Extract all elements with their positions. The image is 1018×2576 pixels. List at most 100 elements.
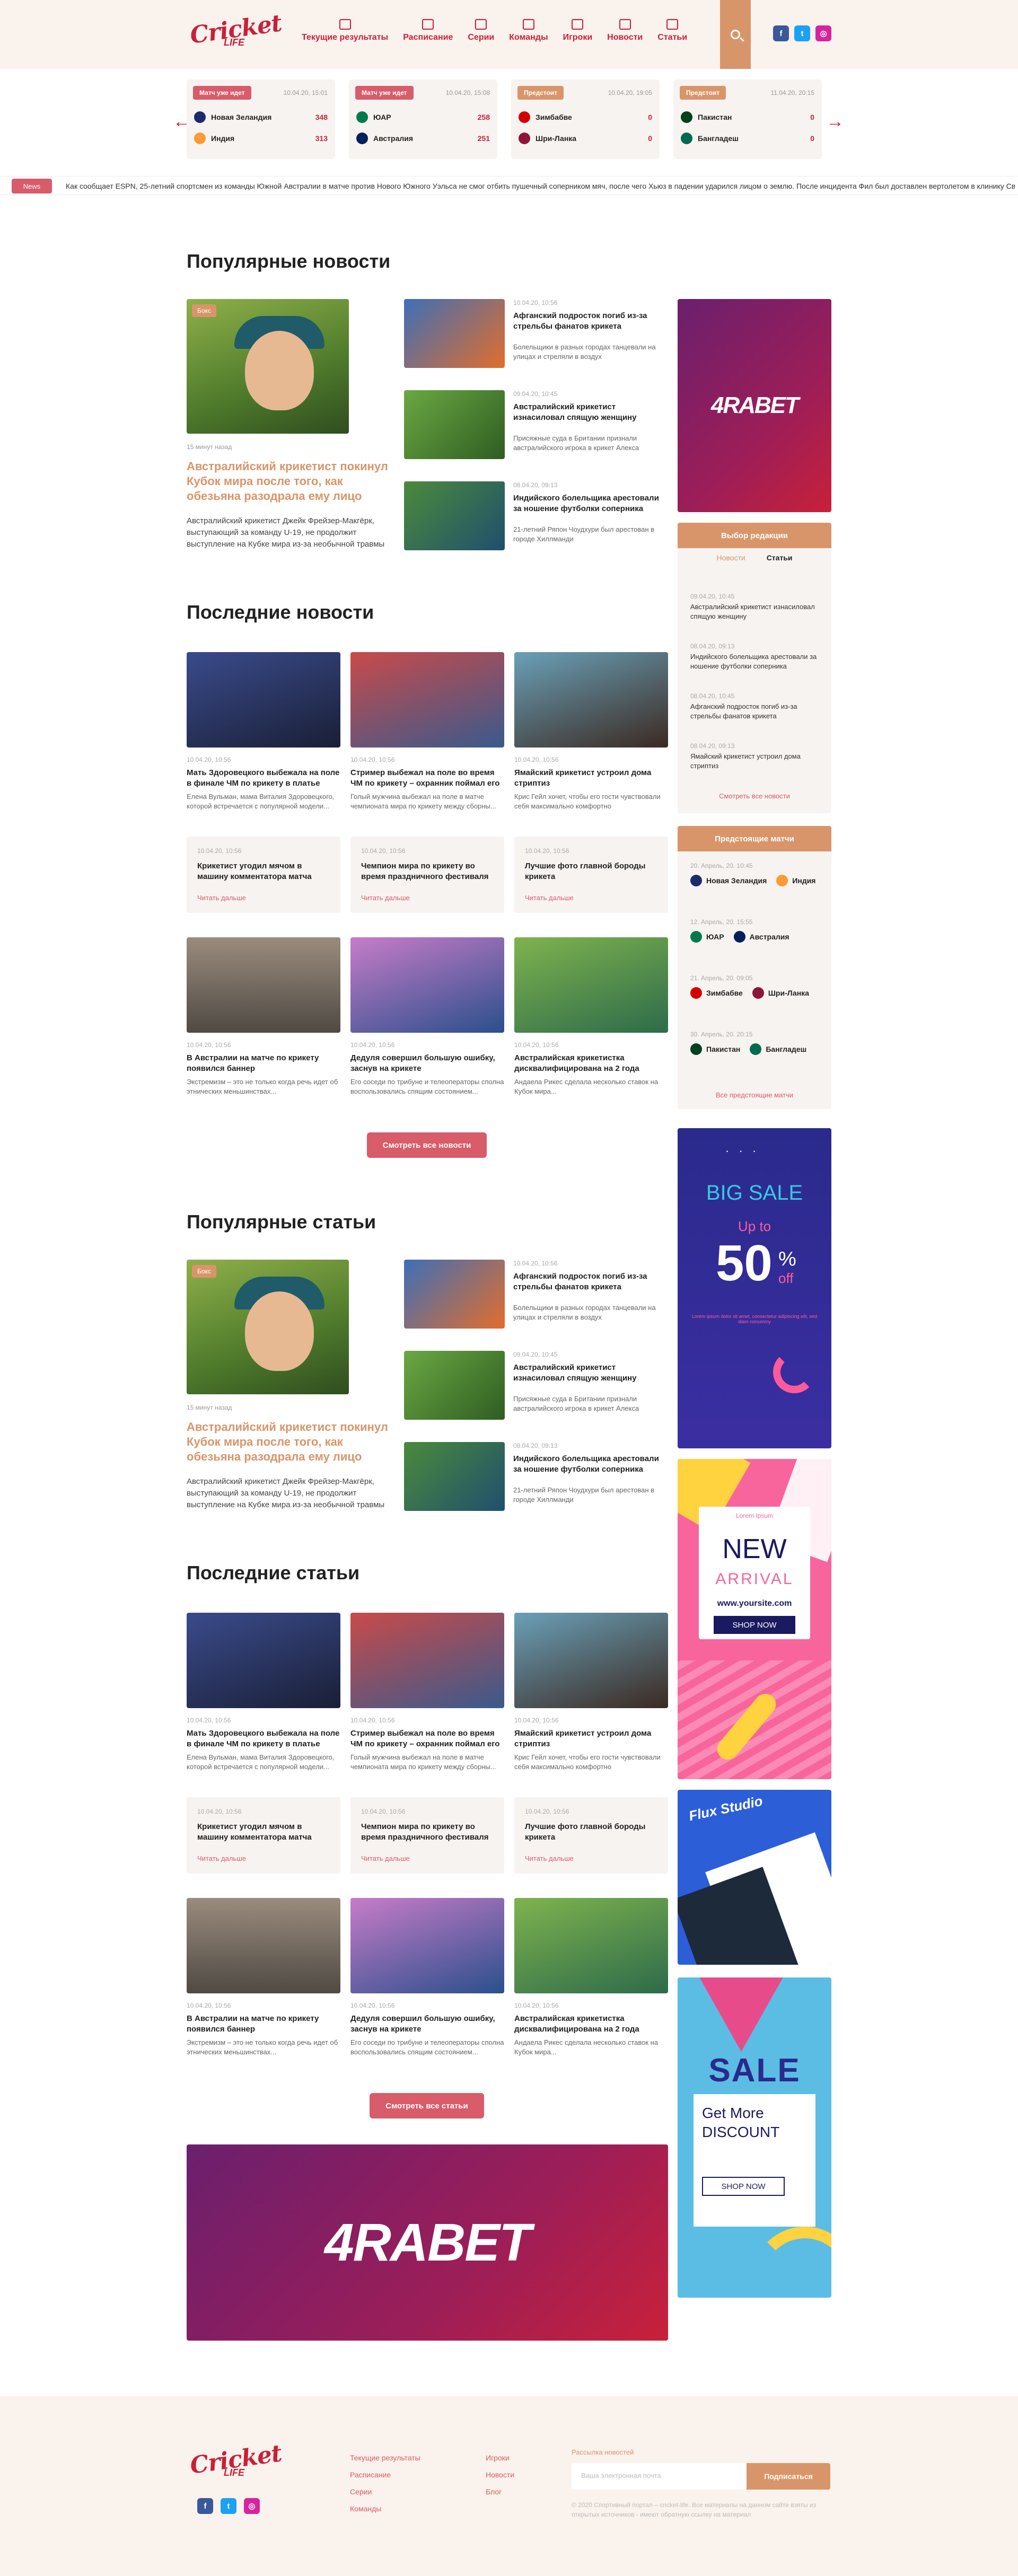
news-title[interactable]: Индийского болельщика арестовали за ноше… (513, 1454, 667, 1475)
all-news-button[interactable]: Смотреть все новости (367, 1132, 487, 1158)
news-thumb[interactable] (404, 1260, 505, 1329)
upcoming-match[interactable]: 21. Апрель, 20. 09:05 Зимбабве Шри-Ланка (690, 974, 823, 999)
read-more-link[interactable]: Читать дальше (361, 1854, 410, 1862)
tab-articles[interactable]: Статьи (767, 553, 793, 562)
editor-item[interactable]: 09.04.20, 10:45 Австралийский крикетист и… (690, 593, 823, 621)
big-sale-ad[interactable]: · · · BIG SALE Up to 50 % off Lorem ipsu… (678, 1128, 831, 1448)
news-thumb[interactable] (404, 299, 505, 368)
new-arrival-ad[interactable]: Lorem Ipsum NEW ARRIVAL www.yoursite.com… (678, 1459, 831, 1779)
news-card-image[interactable] (350, 1898, 504, 1993)
text-news-card[interactable]: 10.04.20, 10:56 Лучшие фото главной бород… (514, 1797, 668, 1874)
instagram-icon[interactable]: ◎ (244, 2498, 260, 2514)
twitter-icon[interactable]: t (794, 25, 810, 41)
match-card[interactable]: Предстоит 11.04.20, 20:15 Пакистан 0 Банглад… (673, 80, 822, 159)
news-card-image[interactable] (514, 1898, 668, 1993)
text-news-card[interactable]: 10.04.20, 10:56 Крикетист угодил мячом в … (187, 1797, 340, 1874)
news-thumb[interactable] (404, 1351, 505, 1420)
facebook-icon[interactable]: f (773, 25, 789, 41)
footer-link[interactable]: Блог (486, 2487, 502, 2496)
read-more-link[interactable]: Читать дальше (525, 894, 574, 902)
nav-item-news[interactable]: Новости (600, 19, 650, 42)
card-title[interactable]: Ямайский крикетист устроил дома стриптиз (514, 1728, 668, 1749)
card-title[interactable]: Дедуля совершил большую ошибку, заснув н… (350, 1053, 504, 1074)
all-upcoming-link[interactable]: Все предстоящие матчи (678, 1091, 831, 1099)
nav-item-players[interactable]: Игроки (556, 19, 600, 42)
ad-shop-button[interactable]: SHOP NOW (702, 2177, 785, 2196)
news-title[interactable]: Австралийский крикетист изнасиловал спящ… (513, 402, 667, 423)
text-news-card[interactable]: 10.04.20, 10:56 Лучшие фото главной бород… (514, 837, 668, 913)
card-title[interactable]: Австралийская крикетистка дисквалифициро… (514, 1053, 668, 1074)
nav-item-schedule[interactable]: Расписание (396, 19, 460, 42)
news-title[interactable]: Афганский подросток погиб из-за стрельбы… (513, 311, 667, 332)
editor-item[interactable]: 08.04.20, 09:13 Ямайский крикетист устрои… (690, 742, 823, 771)
featured-title[interactable]: Австралийский крикетист покинул Кубок ми… (187, 1420, 388, 1464)
read-more-link[interactable]: Читать дальше (361, 894, 410, 902)
upcoming-match[interactable]: 20. Апрель, 20. 10:45 Новая Зеландия Индия (690, 862, 823, 886)
nav-item-results[interactable]: Текущие результаты (294, 19, 396, 42)
upcoming-match[interactable]: 12. Апрель, 20. 15:55 ЮАР Австралия (690, 918, 823, 943)
match-card[interactable]: Предстоит 10.04.20, 19:05 Зимбабве 0 Шри-Лан… (511, 80, 660, 159)
instagram-icon[interactable]: ◎ (815, 25, 831, 41)
footer-link[interactable]: Текущие результаты (350, 2454, 420, 2462)
next-arrow-icon[interactable]: → (826, 111, 844, 132)
news-thumb[interactable] (404, 481, 505, 550)
featured-image[interactable]: Бокс (187, 1260, 349, 1394)
card-title[interactable]: Стример выбежал на поле во время ЧМ по к… (350, 1728, 504, 1749)
card-title[interactable]: Австралийская крикетистка дисквалифициро… (514, 2014, 668, 2035)
news-card-image[interactable] (350, 937, 504, 1033)
news-card-image[interactable] (350, 1613, 504, 1708)
sale-ad[interactable]: SALE Get More DISCOUNT SHOP NOW (678, 1977, 831, 2298)
category-badge[interactable]: Бокс (192, 304, 216, 317)
featured-image[interactable]: Бокс (187, 299, 349, 434)
search-button[interactable] (720, 0, 751, 69)
news-thumb[interactable] (404, 390, 505, 459)
nav-item-teams[interactable]: Команды (502, 19, 555, 42)
all-news-link[interactable]: Смотреть все новости (678, 792, 831, 800)
facebook-icon[interactable]: f (197, 2498, 213, 2514)
news-card-image[interactable] (514, 1613, 668, 1708)
footer-link[interactable]: Расписание (350, 2471, 391, 2479)
news-title[interactable]: Афганский подросток погиб из-за стрельбы… (513, 1271, 667, 1293)
ticker-text[interactable]: Как сообщает ESPN, 25-летний спортсмен и… (66, 182, 1015, 190)
card-title[interactable]: В Австралии на матче по крикету появился… (187, 2014, 340, 2035)
news-card-image[interactable] (187, 1613, 340, 1708)
news-thumb[interactable] (404, 1442, 505, 1511)
category-badge[interactable]: Бокс (192, 1265, 216, 1278)
card-title[interactable]: В Австралии на матче по крикету появился… (187, 1053, 340, 1074)
all-articles-button[interactable]: Смотреть все статьи (370, 2093, 484, 2118)
site-logo[interactable]: Cricket LIFE (187, 10, 283, 54)
read-more-link[interactable]: Читать дальше (525, 1854, 574, 1862)
text-news-card[interactable]: 10.04.20, 10:56 Чемпион мира по крикету в… (350, 837, 504, 913)
footer-link[interactable]: Команды (350, 2504, 381, 2513)
news-card-image[interactable] (187, 652, 340, 748)
upcoming-match[interactable]: 30. Апрель, 20. 20:15 Пакистан Бангладеш (690, 1031, 823, 1055)
nav-item-articles[interactable]: Статьи (650, 19, 695, 42)
news-title[interactable]: Австралийский крикетист изнасиловал спящ… (513, 1362, 667, 1384)
read-more-link[interactable]: Читать дальше (197, 1854, 246, 1862)
twitter-icon[interactable]: t (221, 2498, 236, 2514)
match-card[interactable]: Матч уже идет 10.04.20, 15:01 Новая Зеланд… (187, 80, 335, 159)
match-card[interactable]: Матч уже идет 10.04.20, 15:08 ЮАР 258 Австра… (349, 80, 497, 159)
news-card-image[interactable] (514, 937, 668, 1033)
newsletter-email-input[interactable]: Ваша электронная почта (572, 2463, 747, 2490)
footer-logo[interactable]: Cricket LIFE (187, 2440, 283, 2484)
ad-shop-button[interactable]: SHOP NOW (714, 1616, 795, 1634)
footer-link[interactable]: Игроки (486, 2454, 510, 2462)
footer-link[interactable]: Серии (350, 2487, 372, 2496)
card-title[interactable]: Ямайский крикетист устроил дома стриптиз (514, 768, 668, 789)
text-news-card[interactable]: 10.04.20, 10:56 Чемпион мира по крикету в… (350, 1797, 504, 1874)
nav-item-series[interactable]: Серии (460, 19, 502, 42)
card-title[interactable]: Мать Здоровецкого выбежала на поле в фин… (187, 768, 340, 789)
footer-link[interactable]: Новости (486, 2471, 514, 2479)
flux-studio-ad[interactable]: Flux Studio (678, 1790, 831, 1965)
news-title[interactable]: Индийского болельщика арестовали за ноше… (513, 493, 667, 514)
news-card-image[interactable] (514, 652, 668, 748)
tab-news[interactable]: Новости (716, 553, 745, 562)
4rabet-banner-wide[interactable]: 4RABET (187, 2144, 668, 2341)
4rabet-banner[interactable]: 4RABET (678, 299, 831, 512)
editor-item[interactable]: 08.04.20, 10:45 Афганский подросток погиб… (690, 692, 823, 721)
read-more-link[interactable]: Читать дальше (197, 894, 246, 902)
card-title[interactable]: Стример выбежал на поле во время ЧМ по к… (350, 768, 504, 789)
news-card-image[interactable] (350, 652, 504, 748)
card-title[interactable]: Мать Здоровецкого выбежала на поле в фин… (187, 1728, 340, 1749)
